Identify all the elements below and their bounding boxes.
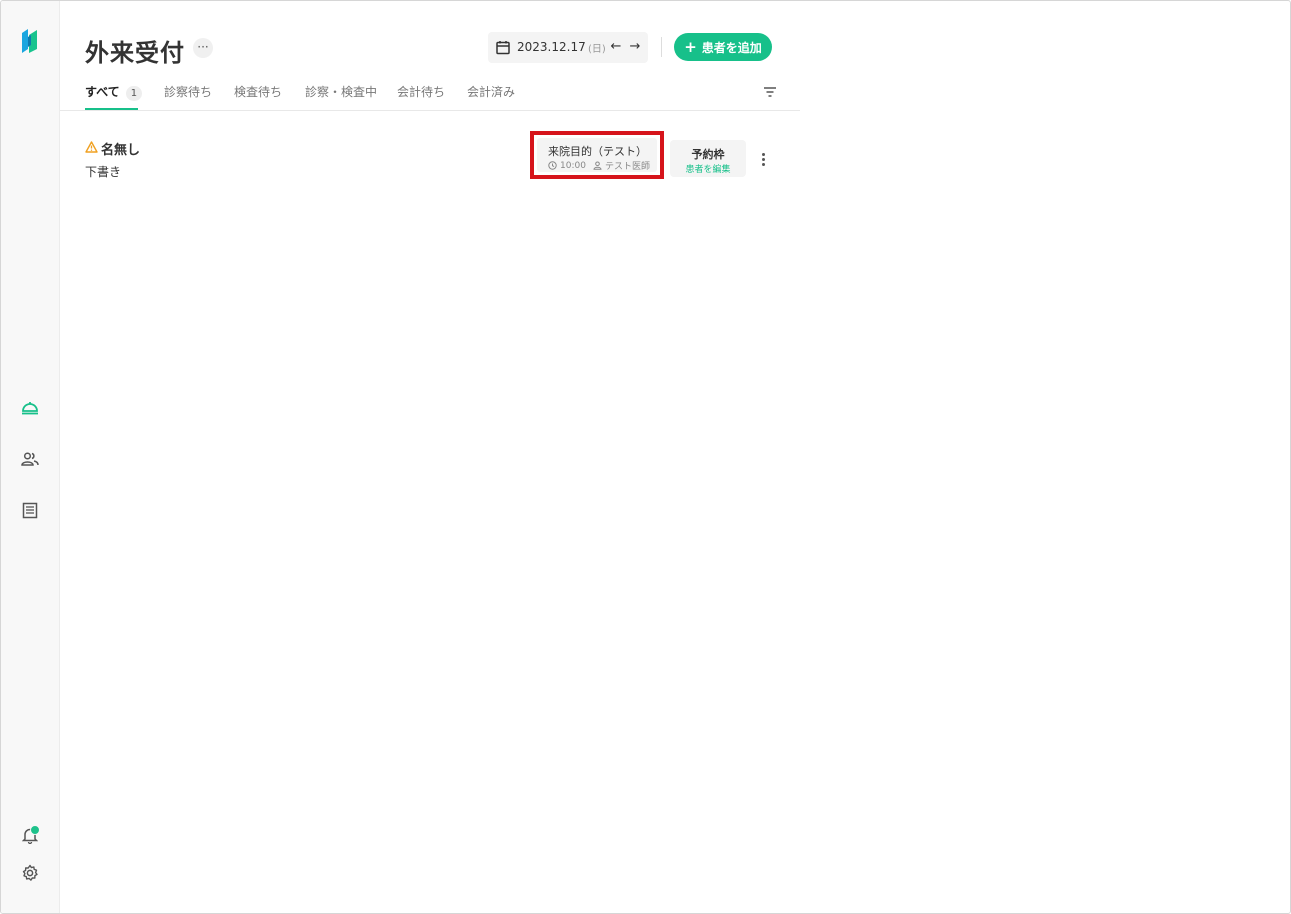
date-value: 2023.12.17 <box>517 40 586 54</box>
tab-all[interactable]: すべて 1 <box>85 83 143 110</box>
person-icon <box>593 161 602 170</box>
tab-count-badge: 1 <box>125 86 143 101</box>
records-icon <box>22 502 38 518</box>
slot-title: 予約枠 <box>691 148 725 161</box>
patients-icon <box>21 452 39 466</box>
visit-purpose-card[interactable]: 来院目的（テスト） 10:00 テスト医師 <box>530 131 664 179</box>
notification-badge <box>30 825 40 835</box>
tab-waiting-test[interactable]: 検査待ち <box>234 83 282 110</box>
reception-bell-icon <box>22 402 38 415</box>
title-more-button[interactable]: ··· <box>193 38 213 58</box>
tabs-divider <box>60 110 800 111</box>
visit-purpose-title: 来院目的（テスト） <box>548 145 647 158</box>
tab-waiting-exam[interactable]: 診察待ち <box>164 83 212 110</box>
calendar-icon <box>496 41 510 55</box>
visit-time: 10:00 <box>560 160 586 171</box>
prev-date-button[interactable]: ← <box>607 37 625 57</box>
settings-gear-icon <box>22 864 38 881</box>
tab-waiting-payment[interactable]: 会計待ち <box>397 83 445 110</box>
sidebar-item-reception[interactable] <box>18 396 42 420</box>
header-divider <box>661 37 662 57</box>
kebab-menu-icon[interactable] <box>755 149 771 169</box>
patient-row[interactable]: 名無し 下書き 来院目的（テスト） 10:00 テスト医師 予約枠 患者を編集 <box>85 131 785 183</box>
patient-name: 名無し <box>101 143 141 158</box>
sidebar <box>1 1 60 913</box>
plus-icon: + <box>684 38 697 56</box>
visit-purpose-meta: 10:00 テスト医師 <box>548 159 650 172</box>
reservation-slot-button[interactable]: 予約枠 患者を編集 <box>670 140 746 177</box>
sidebar-item-notifications[interactable] <box>18 823 42 847</box>
tab-label: すべて <box>85 85 120 99</box>
logo-icon[interactable] <box>19 27 41 55</box>
patient-status: 下書き <box>85 165 122 179</box>
app-window: 外来受付 ··· 2023.12.17 (日) ← → + 患者を追加 すべて 1… <box>0 0 1291 914</box>
visit-doctor: テスト医師 <box>604 162 650 172</box>
filter-icon[interactable] <box>762 85 778 99</box>
sidebar-item-records[interactable] <box>18 498 42 522</box>
tab-paid[interactable]: 会計済み <box>467 83 515 110</box>
sidebar-item-patients[interactable] <box>18 447 42 471</box>
edit-patient-link[interactable]: 患者を編集 <box>670 162 746 175</box>
add-patient-button[interactable]: + 患者を追加 <box>674 33 772 61</box>
next-date-button[interactable]: → <box>626 37 644 57</box>
tab-in-progress[interactable]: 診察・検査中 <box>305 83 377 110</box>
page-title: 外来受付 <box>85 39 185 67</box>
warning-icon <box>85 141 98 153</box>
date-day-of-week: (日) <box>588 44 606 55</box>
sidebar-item-settings[interactable] <box>18 861 42 885</box>
add-patient-label: 患者を追加 <box>701 40 762 55</box>
clock-icon <box>548 161 557 170</box>
visit-purpose-inner: 来院目的（テスト） 10:00 テスト医師 <box>537 138 657 172</box>
date-picker[interactable]: 2023.12.17 (日) ← → <box>488 32 648 63</box>
